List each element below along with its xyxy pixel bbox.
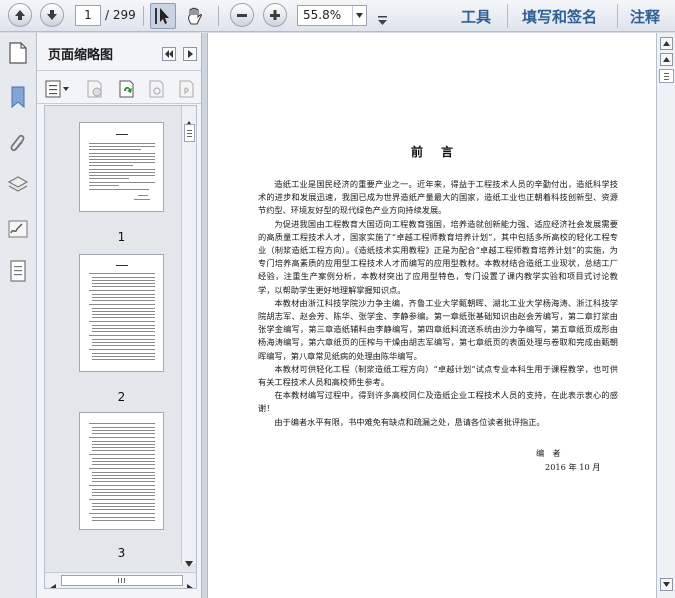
page-content-icon[interactable]	[7, 259, 29, 282]
zoom-out-button[interactable]	[230, 3, 254, 27]
hand-tool-button[interactable]	[182, 3, 208, 29]
thumbnails-list[interactable]: 1 2 3	[44, 105, 197, 589]
scroll-left-icon[interactable]	[50, 577, 56, 588]
paragraph: 本教材由浙江科技学院沙力争主编，齐鲁工业大学甄朝晖、湖北工业大学杨海涛、浙江科技…	[258, 297, 618, 361]
chevron-down-icon[interactable]	[352, 6, 366, 25]
zoom-in-button[interactable]	[263, 3, 287, 27]
plus-icon	[270, 10, 280, 20]
menu-divider	[507, 4, 508, 28]
h-scroll-thumb[interactable]	[61, 575, 183, 586]
scroll-down-icon[interactable]	[660, 578, 673, 591]
options-menu-icon[interactable]	[45, 80, 71, 98]
zoom-level-select[interactable]: 55.8%	[297, 5, 367, 26]
page-total-label: / 299	[105, 8, 136, 22]
document-page: 前言 造纸工业是国民经济的重要产业之一。近年来，得益于工程技术人员的辛勤付出，造…	[208, 33, 656, 598]
document-date: 2016 年 10 月	[545, 462, 601, 472]
thumbnail-page-label: 3	[117, 546, 126, 560]
chevron-right-icon	[188, 50, 193, 58]
main-toolbar: 1 / 299 55.8% 工具 填写和签名 注释	[0, 0, 675, 32]
thumbnails-horizontal-scrollbar[interactable]	[45, 572, 196, 588]
delete-page-icon[interactable]	[85, 80, 105, 98]
document-vertical-scrollbar[interactable]	[656, 33, 675, 598]
doc-scroll-thumb[interactable]	[659, 69, 674, 83]
more-tools-icon[interactable]	[378, 11, 387, 30]
arrow-up-icon	[15, 10, 25, 20]
paragraph: 由于编者水平有限，书中难免有缺点和疏漏之处，恳请各位读者批评指正。	[274, 416, 545, 427]
extract-page-icon[interactable]	[147, 80, 167, 98]
signatures-icon[interactable]	[7, 217, 29, 239]
thumbnails-vertical-scrollbar[interactable]	[181, 106, 196, 567]
tools-menu[interactable]: 工具	[461, 6, 491, 27]
paragraph: 为促进我国由工程教育大国迈向工程教育强国，培养造就创新能力强、适应经济社会发展需…	[258, 218, 618, 295]
paragraph: 本教材可供轻化工程（制浆造纸工程方向）“卓越计划”试点专业本科生用于课程教学，也…	[258, 363, 618, 388]
thumbnail-page-label: 2	[117, 390, 126, 404]
print-page-icon[interactable]	[177, 80, 197, 98]
pdf-reader-window: 1 / 299 55.8% 工具 填写和签名 注释 页面缩略图 1 2 3 前言…	[0, 0, 675, 598]
arrow-down-icon	[47, 10, 57, 20]
thumbnail-tools	[37, 72, 201, 104]
fill-sign-menu[interactable]: 填写和签名	[522, 6, 597, 27]
page-thumbnails-icon[interactable]	[7, 41, 29, 64]
comment-menu[interactable]: 注释	[630, 6, 660, 27]
scroll-right-icon[interactable]	[187, 577, 193, 588]
next-page-button[interactable]	[40, 3, 64, 27]
collapse-panel-button[interactable]	[162, 47, 176, 61]
page-number-input[interactable]: 1	[75, 5, 101, 26]
scroll-down-icon[interactable]	[185, 552, 193, 571]
hand-icon	[188, 7, 202, 25]
zoom-level-value: 55.8%	[303, 8, 342, 22]
double-chevron-left-icon	[165, 50, 173, 58]
panel-header: 页面缩略图	[37, 33, 201, 71]
cursor-icon	[155, 8, 169, 24]
paragraph: 在本教材编写过程中，得到许多高校同仁及造纸企业工程技术人员的支持，在此表示衷心的…	[258, 390, 618, 414]
scroll-up-icon[interactable]	[660, 53, 673, 66]
toolbar-divider	[143, 6, 144, 26]
page-thumbnail-1[interactable]	[79, 122, 164, 212]
panel-splitter[interactable]	[201, 33, 208, 598]
navigation-pane-strip	[0, 33, 37, 598]
attachment-icon[interactable]	[7, 131, 29, 153]
thumbnails-panel: 页面缩略图 1 2 3	[37, 33, 201, 598]
paragraph: 造纸工业是国民经济的重要产业之一。近年来，得益于工程技术人员的辛勤付出，造纸科学…	[258, 179, 618, 216]
split-view-icon[interactable]	[660, 37, 673, 50]
thumbnail-page-label: 1	[117, 230, 126, 244]
layers-icon[interactable]	[7, 173, 29, 195]
rotate-page-icon[interactable]	[117, 80, 137, 98]
previous-page-button[interactable]	[8, 3, 32, 27]
bookmark-icon[interactable]	[7, 85, 29, 109]
document-title: 前言	[410, 145, 471, 159]
page-thumbnail-2[interactable]	[79, 254, 164, 372]
scroll-thumb[interactable]	[184, 124, 195, 142]
select-tool-button[interactable]	[150, 3, 176, 29]
page-thumbnail-3[interactable]	[79, 412, 164, 530]
document-signature: 编 者	[536, 448, 561, 458]
toolbar-divider	[218, 6, 219, 26]
menu-divider	[617, 4, 618, 28]
expand-panel-button[interactable]	[183, 47, 197, 61]
panel-title: 页面缩略图	[48, 48, 114, 63]
document-body: 造纸工业是国民经济的重要产业之一。近年来，得益于工程技术人员的辛勤付出，造纸科学…	[258, 178, 618, 429]
minus-icon	[237, 14, 247, 17]
